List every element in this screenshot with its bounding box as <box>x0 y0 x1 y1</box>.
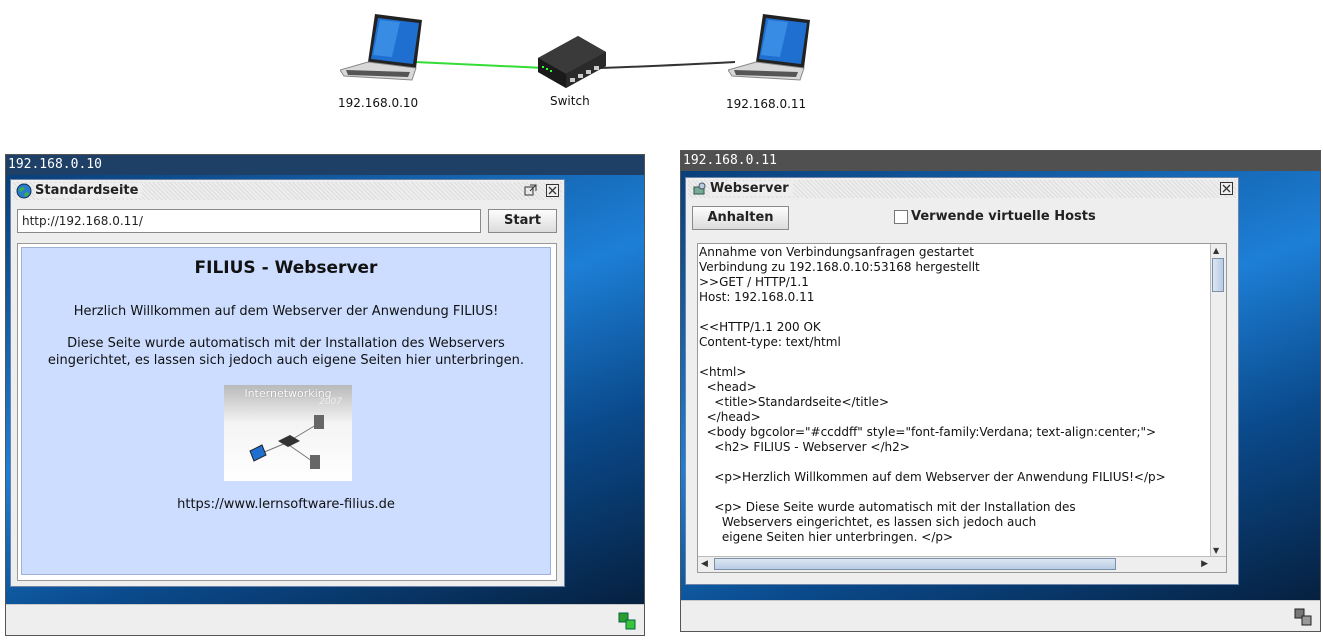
topology-links <box>414 61 736 69</box>
scroll-down-icon[interactable]: ▼ <box>1213 546 1219 555</box>
maximize-icon[interactable] <box>524 184 537 196</box>
log-line: <p>Herzlich Willkommen auf dem Webserver… <box>699 470 1166 484</box>
taskbar <box>6 604 644 635</box>
project-link[interactable]: https://www.lernsoftware-filius.de <box>22 497 550 512</box>
node-label-left: 192.168.0.10 <box>338 96 419 110</box>
browser-titlebar[interactable]: Standardseite <box>13 182 562 200</box>
start-button[interactable]: Start <box>488 209 557 233</box>
log-line: <h2> FILIUS - Webserver </h2> <box>699 440 910 454</box>
log-line: eigene Seiten hier unterbringen. </p> <box>699 530 954 544</box>
webserver-titlebar[interactable]: Webserver <box>688 180 1236 198</box>
desktop-right: 192.168.0.11 Webserver Anhalten Verwende… <box>680 150 1321 632</box>
log-line: <body bgcolor="#ccddff" style="font-fami… <box>699 425 1157 439</box>
scroll-right-icon[interactable]: ▶ <box>1201 559 1208 569</box>
node-label-right: 192.168.0.11 <box>726 97 807 111</box>
log-line: <head> <box>699 380 757 394</box>
log-line: Annahme von Verbindungsanfragen gestarte… <box>699 245 974 259</box>
desktop-left: 192.168.0.10 Standardseite Start <box>5 154 645 636</box>
server-log[interactable]: Annahme von Verbindungsanfragen gestarte… <box>697 243 1227 573</box>
vertical-scrollbar[interactable]: ▲ ▼ <box>1210 244 1226 557</box>
webserver-icon <box>693 182 706 195</box>
web-page: FILIUS - Webserver Herzlich Willkommen a… <box>21 247 551 575</box>
idle-link <box>599 61 736 69</box>
log-line: >>GET / HTTP/1.1 <box>699 275 809 289</box>
webserver-title: Webserver <box>710 181 793 196</box>
node-label-switch: Switch <box>550 94 590 108</box>
log-line: <p> Diese Seite wurde automatisch mit de… <box>699 500 1076 514</box>
log-line: <<HTTP/1.1 200 OK <box>699 320 821 334</box>
internetworking-image: Internetworking 2007 <box>224 385 352 481</box>
taskbar <box>681 600 1320 631</box>
log-lines: Annahme von Verbindungsanfragen gestarte… <box>699 245 1210 545</box>
browser-window: Standardseite Start FILIUS - Webserver H… <box>10 179 565 587</box>
log-line: Webservers eingerichtet, es lassen sich … <box>699 515 1037 529</box>
vertical-scroll-thumb[interactable] <box>1212 258 1224 292</box>
laptop-icon[interactable] <box>339 12 422 92</box>
browser-title: Standardseite <box>35 183 143 198</box>
browser-viewport: FILIUS - Webserver Herzlich Willkommen a… <box>17 243 557 581</box>
description-line-1: Diese Seite wurde automatisch mit der In… <box>67 336 505 351</box>
virtual-hosts-checkbox[interactable] <box>894 210 908 224</box>
log-line: </head> <box>699 410 761 424</box>
virtual-hosts-label: Verwende virtuelle Hosts <box>911 209 1096 224</box>
laptop-icon[interactable] <box>727 12 810 92</box>
url-input[interactable] <box>17 209 481 233</box>
network-illustration <box>249 415 324 469</box>
close-icon[interactable] <box>1220 182 1233 195</box>
page-heading: FILIUS - Webserver <box>194 258 378 278</box>
log-line: Content-type: text/html <box>699 335 841 349</box>
log-line: Host: 192.168.0.11 <box>699 290 815 304</box>
scroll-left-icon[interactable]: ◀ <box>701 559 708 569</box>
close-icon[interactable] <box>546 184 559 197</box>
webserver-window: Webserver Anhalten Verwende virtuelle Ho… <box>685 177 1239 585</box>
log-line: <title>Standardseite</title> <box>699 395 890 409</box>
active-link <box>414 61 546 69</box>
horizontal-scroll-thumb[interactable] <box>714 558 1116 570</box>
network-status-icon[interactable] <box>618 612 636 630</box>
network-status-icon[interactable] <box>1294 608 1312 626</box>
switch-icon[interactable] <box>536 36 608 88</box>
horizontal-scrollbar[interactable]: ◀ ▶ <box>698 556 1226 572</box>
desktop-title: 192.168.0.10 <box>6 155 644 175</box>
desktop-title: 192.168.0.11 <box>681 151 1320 171</box>
globe-icon <box>16 183 32 199</box>
log-line: <html> <box>699 365 747 379</box>
description-line-2: eingerichtet, es lassen sich jedoch auch… <box>47 353 525 368</box>
stop-server-button[interactable]: Anhalten <box>692 206 789 230</box>
log-line: Verbindung zu 192.168.0.10:53168 hergest… <box>699 260 980 274</box>
scroll-up-icon[interactable]: ▲ <box>1213 246 1219 255</box>
welcome-text: Herzlich Willkommen auf dem Webserver de… <box>73 304 499 319</box>
